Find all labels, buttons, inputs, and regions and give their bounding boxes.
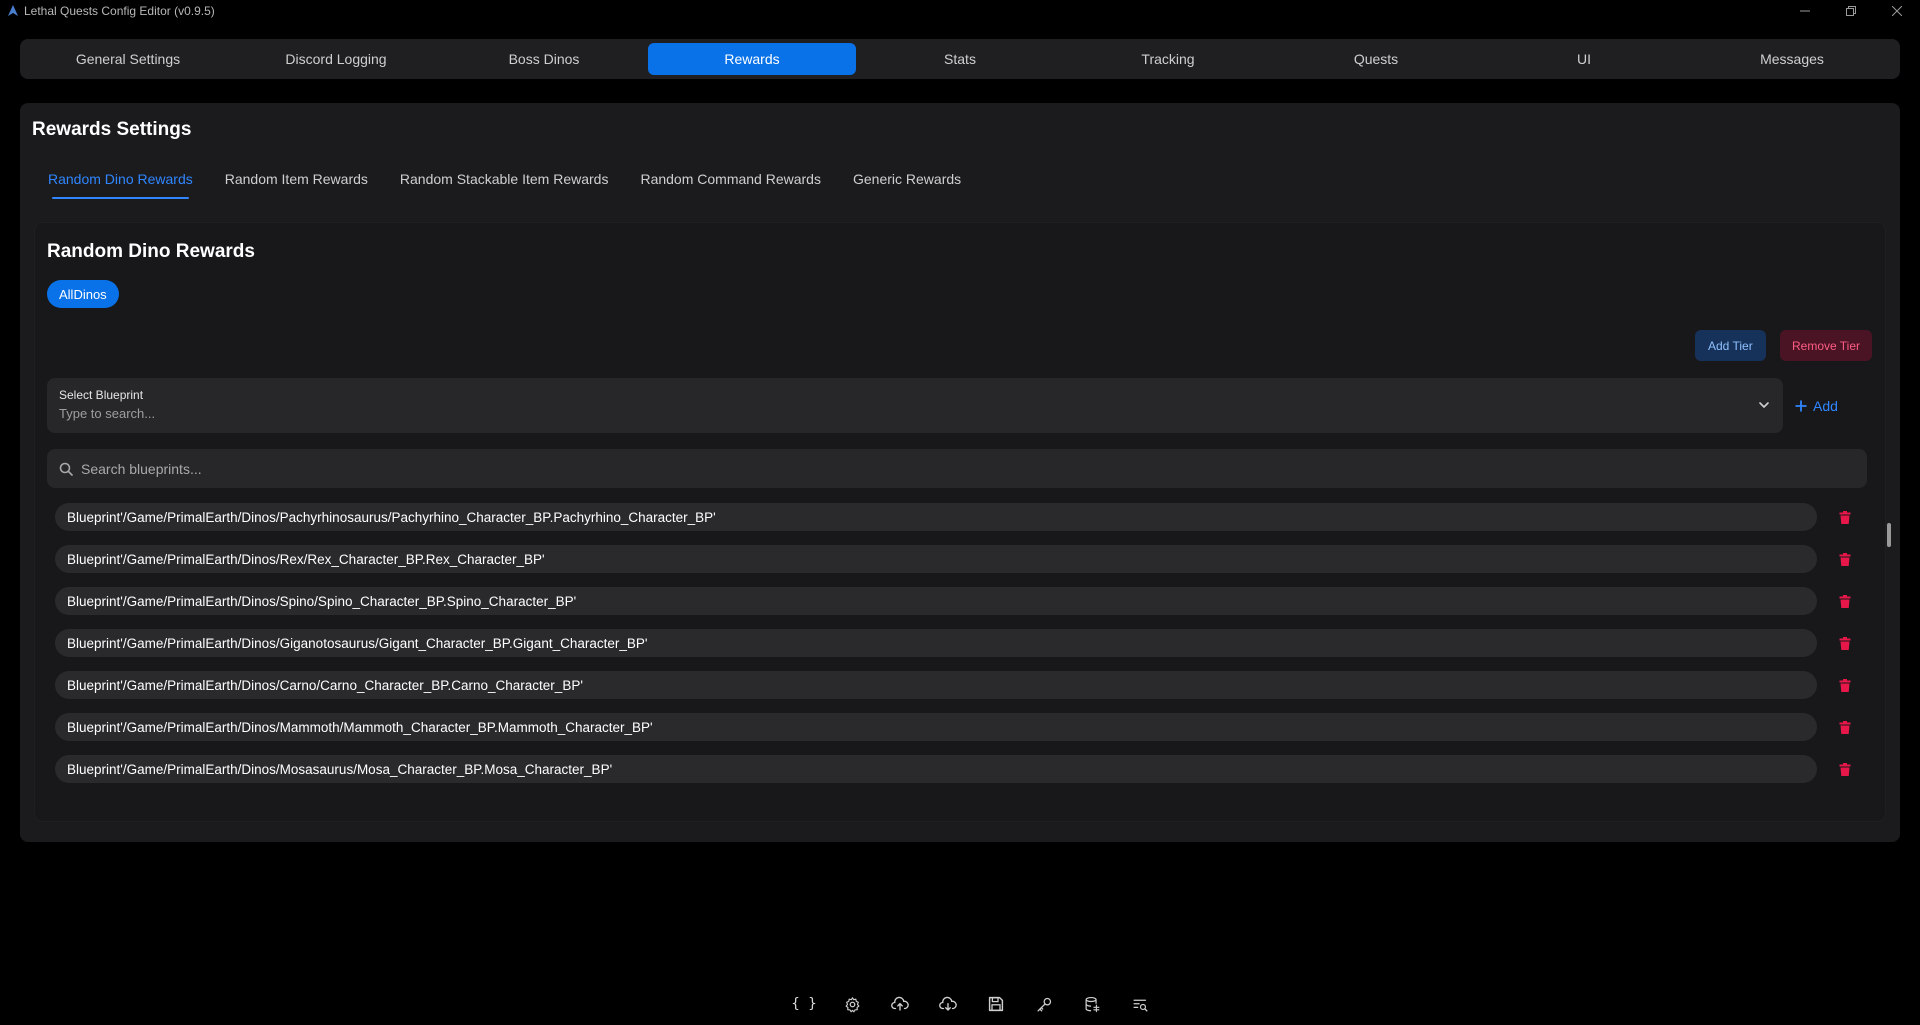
- tab-general-settings[interactable]: General Settings: [24, 43, 232, 75]
- restore-button[interactable]: [1828, 0, 1874, 22]
- list-item: Blueprint'/Game/PrimalEarth/Dinos/Spino/…: [55, 587, 1855, 615]
- app-logo-icon: [6, 4, 20, 18]
- select-blueprint-dropdown[interactable]: Select Blueprint Type to search...: [47, 378, 1783, 433]
- tier-chip-alldinos[interactable]: AllDinos: [47, 280, 119, 308]
- list-item: Blueprint'/Game/PrimalEarth/Dinos/Pachyr…: [55, 503, 1855, 531]
- search-blueprints-input[interactable]: Search blueprints...: [47, 449, 1867, 488]
- select-blueprint-label: Select Blueprint: [59, 388, 144, 402]
- settings-button[interactable]: [828, 991, 876, 1017]
- license-key-button[interactable]: [1020, 991, 1068, 1017]
- remove-tier-button[interactable]: Remove Tier: [1780, 330, 1873, 361]
- search-blueprints-placeholder: Search blueprints...: [81, 460, 202, 477]
- save-icon: [988, 996, 1004, 1012]
- blueprint-list: Blueprint'/Game/PrimalEarth/Dinos/Pachyr…: [35, 503, 1875, 803]
- download-button[interactable]: [924, 991, 972, 1017]
- random-dino-rewards-section: Random Dino Rewards AllDinos Add Tier Re…: [34, 222, 1891, 822]
- tab-boss-dinos[interactable]: Boss Dinos: [440, 43, 648, 75]
- list-item: Blueprint'/Game/PrimalEarth/Dinos/Mosasa…: [55, 755, 1855, 783]
- tab-messages[interactable]: Messages: [1688, 43, 1896, 75]
- minimize-button[interactable]: [1782, 0, 1828, 22]
- tab-quests[interactable]: Quests: [1272, 43, 1480, 75]
- gear-icon: [845, 996, 859, 1012]
- restore-icon: [1846, 6, 1856, 16]
- tab-stats[interactable]: Stats: [856, 43, 1064, 75]
- main-tab-bar: General Settings Discord Logging Boss Di…: [20, 39, 1900, 79]
- chevron-down-icon[interactable]: [1757, 398, 1771, 412]
- cloud-download-icon: [939, 996, 957, 1011]
- plus-icon: [1795, 400, 1807, 412]
- subtab-random-item-rewards[interactable]: Random Item Rewards: [225, 169, 368, 199]
- subtab-random-dino-rewards[interactable]: Random Dino Rewards: [48, 169, 193, 199]
- delete-button[interactable]: [1837, 761, 1853, 777]
- trash-icon: [1839, 636, 1851, 650]
- database-button[interactable]: [1068, 991, 1116, 1017]
- rewards-sub-tabs: Random Dino Rewards Random Item Rewards …: [48, 169, 993, 199]
- blueprint-path[interactable]: Blueprint'/Game/PrimalEarth/Dinos/Rex/Re…: [55, 545, 1817, 573]
- braces-icon: { }: [791, 996, 817, 1012]
- cloud-upload-icon: [891, 996, 909, 1011]
- search-list-icon: [1132, 999, 1148, 1012]
- trash-icon: [1839, 594, 1851, 608]
- delete-button[interactable]: [1837, 677, 1853, 693]
- section-title: Random Dino Rewards: [47, 241, 255, 262]
- title-bar: Lethal Quests Config Editor (v0.9.5): [0, 0, 1920, 22]
- trash-icon: [1839, 762, 1851, 776]
- close-button[interactable]: [1874, 0, 1920, 22]
- list-item: Blueprint'/Game/PrimalEarth/Dinos/Carno/…: [55, 671, 1855, 699]
- save-button[interactable]: [972, 991, 1020, 1017]
- blueprint-path[interactable]: Blueprint'/Game/PrimalEarth/Dinos/Pachyr…: [55, 503, 1817, 531]
- json-view-button[interactable]: { }: [780, 991, 828, 1017]
- scrollbar[interactable]: [1887, 523, 1891, 547]
- window-title: Lethal Quests Config Editor (v0.9.5): [24, 4, 215, 18]
- blueprint-path[interactable]: Blueprint'/Game/PrimalEarth/Dinos/Gigano…: [55, 629, 1817, 657]
- subtab-generic-rewards[interactable]: Generic Rewards: [853, 169, 961, 199]
- tab-tracking[interactable]: Tracking: [1064, 43, 1272, 75]
- window-controls: [1782, 0, 1920, 22]
- tab-discord-logging[interactable]: Discord Logging: [232, 43, 440, 75]
- select-blueprint-input[interactable]: Type to search...: [59, 406, 155, 421]
- list-item: Blueprint'/Game/PrimalEarth/Dinos/Mammot…: [55, 713, 1855, 741]
- tab-ui[interactable]: UI: [1480, 43, 1688, 75]
- subtab-random-command-rewards[interactable]: Random Command Rewards: [640, 169, 821, 199]
- trash-icon: [1839, 720, 1851, 734]
- delete-button[interactable]: [1837, 593, 1853, 609]
- database-icon: [1085, 996, 1099, 1012]
- search-list-button[interactable]: [1116, 991, 1164, 1017]
- key-icon: [1036, 997, 1051, 1012]
- page-title: Rewards Settings: [32, 119, 192, 140]
- bottom-toolbar: { }: [780, 991, 1164, 1017]
- subtab-random-stackable-item-rewards[interactable]: Random Stackable Item Rewards: [400, 169, 609, 199]
- delete-button[interactable]: [1837, 551, 1853, 567]
- add-blueprint-button[interactable]: Add: [1795, 392, 1838, 420]
- trash-icon: [1839, 678, 1851, 692]
- add-tier-button[interactable]: Add Tier: [1695, 330, 1766, 361]
- delete-button[interactable]: [1837, 719, 1853, 735]
- blueprint-path[interactable]: Blueprint'/Game/PrimalEarth/Dinos/Mammot…: [55, 713, 1817, 741]
- trash-icon: [1839, 552, 1851, 566]
- blueprint-path[interactable]: Blueprint'/Game/PrimalEarth/Dinos/Carno/…: [55, 671, 1817, 699]
- tab-rewards[interactable]: Rewards: [648, 43, 856, 75]
- minimize-icon: [1800, 10, 1810, 12]
- delete-button[interactable]: [1837, 635, 1853, 651]
- list-item: Blueprint'/Game/PrimalEarth/Dinos/Rex/Re…: [55, 545, 1855, 573]
- list-item: Blueprint'/Game/PrimalEarth/Dinos/Gigano…: [55, 629, 1855, 657]
- search-icon: [59, 462, 73, 476]
- upload-button[interactable]: [876, 991, 924, 1017]
- blueprint-path[interactable]: Blueprint'/Game/PrimalEarth/Dinos/Spino/…: [55, 587, 1817, 615]
- add-blueprint-label: Add: [1813, 398, 1838, 414]
- delete-button[interactable]: [1837, 509, 1853, 525]
- blueprint-path[interactable]: Blueprint'/Game/PrimalEarth/Dinos/Mosasa…: [55, 755, 1817, 783]
- trash-icon: [1839, 510, 1851, 524]
- rewards-settings-panel: Rewards Settings Random Dino Rewards Ran…: [20, 103, 1900, 842]
- close-icon: [1892, 6, 1902, 16]
